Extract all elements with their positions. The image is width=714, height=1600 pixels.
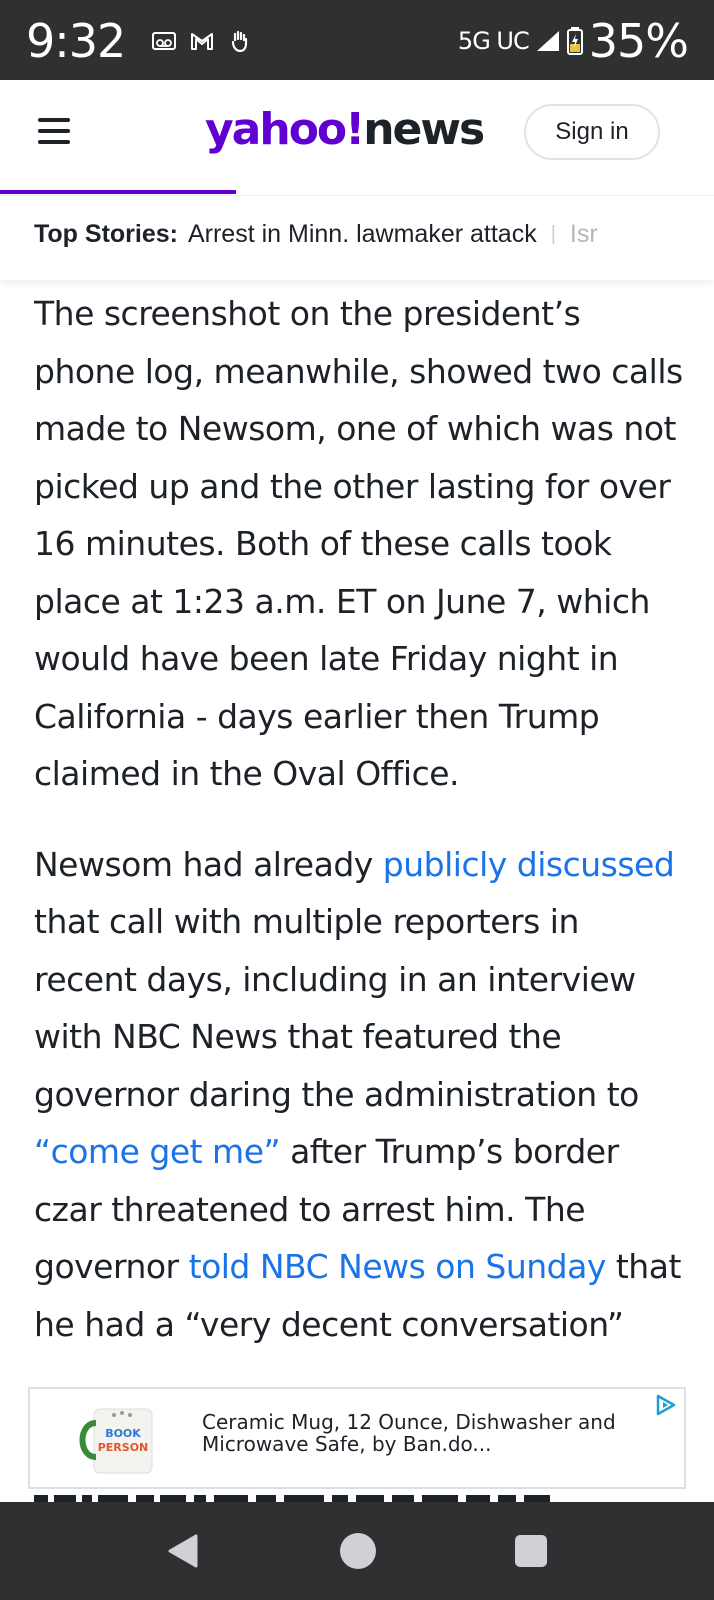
recents-icon[interactable] [515,1535,547,1567]
status-time: 9:32 [26,14,126,68]
mug-text-2: PERSON [98,1441,149,1454]
publicly-discussed-link[interactable]: publicly discussed [383,845,675,884]
logo-yahoo-text: yahoo! [205,104,365,155]
network-label: 5G UC [457,27,530,55]
top-stories-bar: Top Stories: Arrest in Minn. lawmaker at… [0,195,714,280]
status-bar: 9:32 5G UC 35% [0,0,714,80]
ad-banner[interactable]: BOOK PERSON Ceramic Mug, 12 Ounce, Dishw… [28,1387,686,1489]
ad-container: BOOK PERSON Ceramic Mug, 12 Ounce, Dishw… [0,1365,714,1503]
signal-icon [536,31,559,51]
paragraph-text: Newsom had already [34,844,383,884]
battery-icon [566,27,583,55]
menu-icon[interactable] [38,118,70,144]
sign-in-button[interactable]: Sign in [524,104,660,160]
mug-thumbnail: BOOK PERSON [79,1408,153,1474]
told-nbc-news-link[interactable]: told NBC News on Sunday [189,1247,607,1286]
notification-icons [152,30,252,52]
fade-overlay [654,196,714,280]
article-paragraph: Newsom had already publicly discussed th… [34,836,684,1366]
status-right: 5G UC 35% [457,14,689,68]
top-story-link[interactable]: Isr [570,220,598,249]
article-paragraph: The screenshot on the president’s phone … [34,294,683,793]
divider: | [550,223,556,245]
come-get-me-link[interactable]: “come get me” [34,1132,281,1171]
logo-news-text: news [363,104,485,155]
back-icon[interactable] [166,1533,202,1569]
yahoo-news-logo[interactable]: yahoo!news [205,104,485,155]
site-header: yahoo!news Sign in [0,80,714,195]
article-body: The screenshot on the president’s phone … [34,285,684,1365]
ad-text: Ceramic Mug, 12 Ounce, Dishwasher and Mi… [202,1410,616,1456]
top-stories-label: Top Stories: [34,220,178,248]
battery-percent: 35% [588,14,689,68]
gmail-icon [191,33,213,50]
paragraph-text: that call with multiple reporters in rec… [34,902,639,1114]
adchoices-icon[interactable] [654,1393,678,1417]
home-icon[interactable] [340,1533,376,1569]
voicemail-icon [152,32,176,50]
hand-icon [231,30,248,52]
android-nav-bar [0,1502,714,1600]
top-story-link[interactable]: Arrest in Minn. lawmaker attack [188,220,537,249]
reading-progress-bar [0,190,236,194]
mug-text-1: BOOK [105,1427,141,1440]
